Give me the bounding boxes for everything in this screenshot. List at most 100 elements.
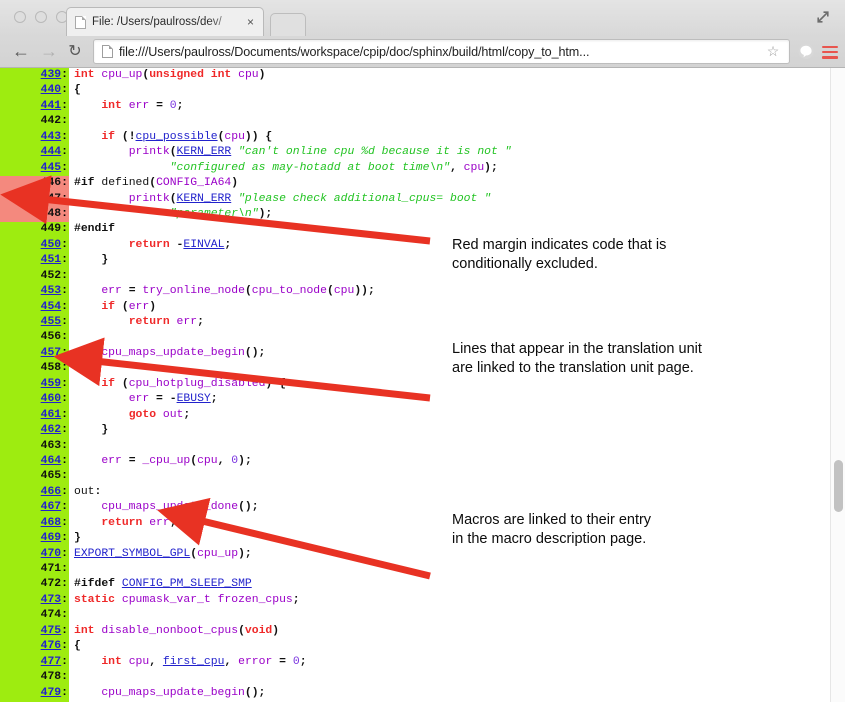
line-number-cell[interactable]: 441: xyxy=(22,98,69,115)
bookmark-star-icon[interactable]: ☆ xyxy=(764,43,782,60)
included-margin xyxy=(0,546,22,562)
code-line: 441: int err = 0; xyxy=(0,98,566,115)
line-number-link[interactable]: 461 xyxy=(41,409,62,421)
line-number-link[interactable]: 443 xyxy=(41,131,62,143)
included-margin xyxy=(0,577,22,593)
line-number-cell[interactable]: 440: xyxy=(22,83,69,99)
minimize-window-button[interactable] xyxy=(35,11,47,23)
line-number-link[interactable]: 470 xyxy=(41,548,62,560)
line-number-link[interactable]: 475 xyxy=(41,625,62,637)
line-number-cell[interactable]: 453: xyxy=(22,284,69,300)
line-number-link[interactable]: 464 xyxy=(41,455,62,467)
code-line: 443: if (!cpu_possible(cpu)) { xyxy=(0,129,566,146)
line-number-cell: 442: xyxy=(22,114,69,130)
line-number-link[interactable]: 466 xyxy=(41,486,62,498)
close-window-button[interactable] xyxy=(14,11,26,23)
code-source-text: static cpumask_var_t frozen_cpus; xyxy=(74,593,300,606)
line-number-cell[interactable]: 460: xyxy=(22,392,69,408)
line-number-link[interactable]: 444 xyxy=(41,146,62,158)
line-number-link[interactable]: 459 xyxy=(41,378,62,390)
line-number-cell[interactable]: 457: xyxy=(22,345,69,362)
close-tab-icon[interactable]: × xyxy=(244,15,257,29)
line-number-cell[interactable]: 443: xyxy=(22,129,69,146)
forward-button[interactable]: → xyxy=(38,41,60,63)
hamburger-menu-icon[interactable] xyxy=(821,43,839,61)
line-number-cell[interactable]: 454: xyxy=(22,299,69,315)
page-content: 439: int cpu_up(unsigned int cpu) 440: {441… xyxy=(0,68,845,702)
line-number-cell[interactable]: 445: xyxy=(22,160,69,177)
line-number-cell[interactable]: 451: xyxy=(22,253,69,269)
line-number-link[interactable]: 439 xyxy=(41,69,62,81)
line-number-cell[interactable]: 469: xyxy=(22,531,69,547)
included-margin xyxy=(0,299,22,315)
line-number-cell[interactable]: 455: xyxy=(22,315,69,331)
line-number-cell[interactable]: 476: xyxy=(22,639,69,655)
line-number-cell[interactable]: 444: xyxy=(22,145,69,161)
line-number-cell[interactable]: 477: xyxy=(22,654,69,671)
line-number-cell: 465: xyxy=(22,469,69,485)
page-scrollbar[interactable] xyxy=(830,68,845,702)
url-text[interactable]: file:///Users/paulross/Documents/workspa… xyxy=(119,45,764,59)
line-number: 449 xyxy=(40,223,62,236)
line-number-link[interactable]: 440 xyxy=(41,84,62,96)
line-number-link[interactable]: 479 xyxy=(41,687,62,699)
line-number-cell[interactable]: 462: xyxy=(22,423,69,439)
back-button[interactable]: ← xyxy=(10,41,32,63)
line-number-link[interactable]: 457 xyxy=(41,347,62,359)
line-number-link[interactable]: 453 xyxy=(41,285,62,297)
reload-button[interactable]: ↻ xyxy=(64,41,86,63)
fullscreen-expand-icon[interactable] xyxy=(815,9,831,25)
address-bar[interactable]: file:///Users/paulross/Documents/workspa… xyxy=(93,39,790,64)
browser-tab[interactable]: File: /Users/paulross/dev/ × xyxy=(66,7,264,36)
code-line: 477: int cpu, first_cpu, error = 0; xyxy=(0,654,566,671)
line-number-cell[interactable]: 459: xyxy=(22,376,69,393)
line-number-link[interactable]: 455 xyxy=(41,316,62,328)
code-source-text xyxy=(69,469,566,484)
line-number-cell[interactable]: 464: xyxy=(22,453,69,470)
line-number-cell[interactable]: 467: xyxy=(22,500,69,516)
scrollbar-thumb[interactable] xyxy=(834,460,843,512)
line-number-link[interactable]: 469 xyxy=(41,532,62,544)
line-number: 465 xyxy=(40,470,62,483)
code-line: 453: err = try_online_node(cpu_to_node(c… xyxy=(0,284,566,300)
speech-bubble-icon[interactable] xyxy=(797,43,815,61)
line-number-link[interactable]: 445 xyxy=(41,162,62,174)
line-number-link[interactable]: 476 xyxy=(41,640,62,652)
line-number-link[interactable]: 460 xyxy=(41,393,62,405)
line-number-cell[interactable]: 461: xyxy=(22,407,69,424)
code-source-text: int cpu_up(unsigned int cpu) xyxy=(74,69,266,81)
line-number: 446 xyxy=(40,177,62,190)
line-number-cell[interactable]: 466: xyxy=(22,484,69,501)
line-number-cell[interactable]: 470: xyxy=(22,546,69,562)
line-number-link[interactable]: 467 xyxy=(41,501,62,513)
line-number-cell[interactable]: 450: xyxy=(22,237,69,254)
line-number-link[interactable]: 454 xyxy=(41,301,62,313)
line-number-cell[interactable]: 479: xyxy=(22,685,69,701)
included-margin xyxy=(0,592,22,609)
code-line: 442: xyxy=(0,114,566,130)
line-number-link[interactable]: 451 xyxy=(41,254,62,266)
line-number-cell[interactable]: 473: xyxy=(22,592,69,609)
excluded-margin xyxy=(0,176,22,192)
included-margin xyxy=(0,500,22,516)
tab-strip: File: /Users/paulross/dev/ × xyxy=(0,0,845,36)
window-traffic-lights[interactable] xyxy=(14,11,68,23)
new-tab-button[interactable] xyxy=(270,13,306,36)
line-number: 447 xyxy=(40,192,62,205)
line-number-link[interactable]: 477 xyxy=(41,656,62,668)
line-number-link[interactable]: 468 xyxy=(41,517,62,529)
line-number-link[interactable]: 450 xyxy=(41,239,62,251)
code-source-text xyxy=(69,562,566,577)
code-source-text: if (!cpu_possible(cpu)) { xyxy=(101,130,273,143)
line-number: 456 xyxy=(40,331,62,344)
included-margin xyxy=(0,315,22,331)
line-number-link[interactable]: 462 xyxy=(41,424,62,436)
code-line: 444: printk(KERN_ERR "can't online cpu %… xyxy=(0,145,566,161)
line-number-link[interactable]: 441 xyxy=(41,100,62,112)
line-number-cell[interactable]: 475: xyxy=(22,623,69,640)
line-number-cell[interactable]: 439: xyxy=(22,68,69,84)
line-number-link[interactable]: 473 xyxy=(41,594,62,606)
line-number-cell[interactable]: 468: xyxy=(22,515,69,532)
code-line: 445: "configured as may-hotadd at boot t… xyxy=(0,160,566,177)
line-number: 472 xyxy=(40,578,62,591)
